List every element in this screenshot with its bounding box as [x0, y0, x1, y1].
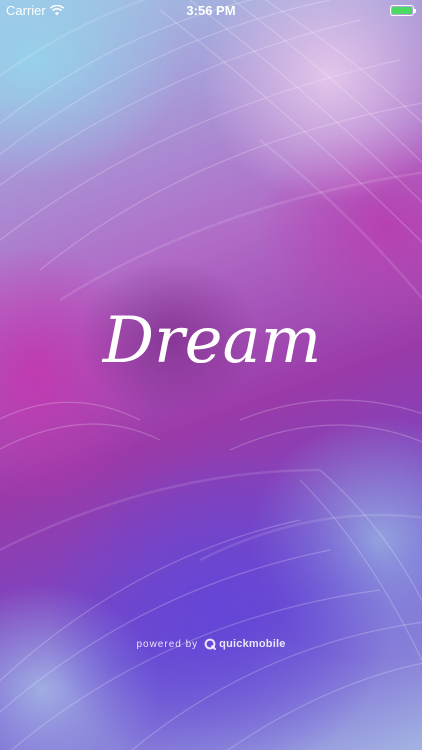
powered-by-label: powered by — [136, 638, 199, 650]
dream-logo: Dream — [102, 304, 322, 378]
status-time: 3:56 PM — [186, 3, 236, 18]
powered-by-footer: powered by quickmobile — [0, 638, 422, 650]
battery-icon — [390, 5, 416, 16]
brand-logo: quickmobile — [204, 638, 285, 650]
brand-name: quickmobile — [219, 638, 286, 650]
battery-level — [392, 7, 412, 14]
quickmobile-logo-icon — [204, 638, 217, 650]
battery-nub — [414, 9, 416, 13]
status-bar: Carrier 3:56 PM — [0, 0, 422, 20]
splash-screen: Carrier 3:56 PM Dream powered by quickmo… — [0, 0, 422, 750]
logo-text: Dream — [102, 304, 322, 378]
